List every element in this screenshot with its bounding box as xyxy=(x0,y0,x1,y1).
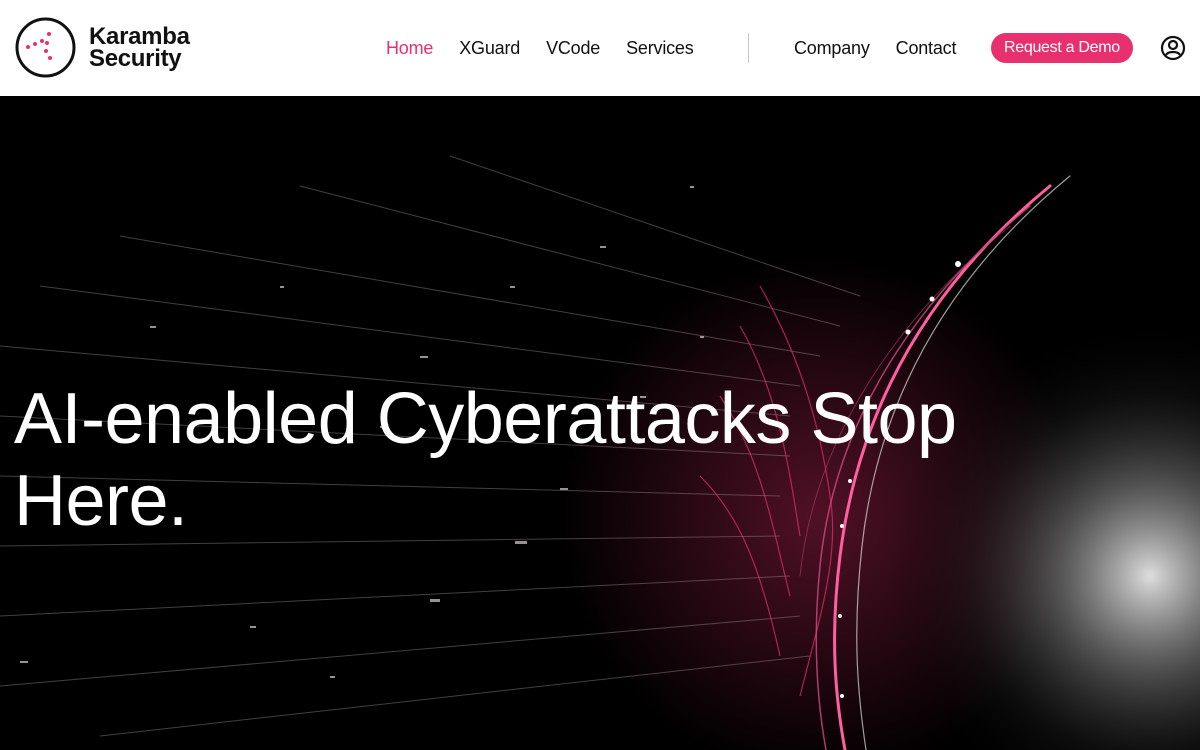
nav-company[interactable]: Company xyxy=(794,38,870,59)
nav-divider xyxy=(748,33,749,63)
nav-xguard[interactable]: XGuard xyxy=(459,38,520,59)
user-circle-icon[interactable] xyxy=(1160,35,1186,61)
nav-contact[interactable]: Contact xyxy=(896,38,957,59)
hero-section: AI-enabled Cyberattacks Stop Here. xyxy=(0,96,1200,750)
brand-name-line2: Security xyxy=(89,44,182,72)
karamba-logo-icon xyxy=(15,17,76,78)
hero-title: AI-enabled Cyberattacks Stop Here. xyxy=(14,379,957,541)
secondary-nav: Company Contact xyxy=(794,0,982,96)
site-header: Karamba Security Home XGuard VCode Servi… xyxy=(0,0,1200,96)
brand-name: Karamba Security xyxy=(89,24,190,72)
brand-logo[interactable]: Karamba Security xyxy=(15,17,190,78)
request-demo-button[interactable]: Request a Demo xyxy=(991,33,1133,63)
primary-nav: Home XGuard VCode Services xyxy=(386,0,720,96)
nav-vcode[interactable]: VCode xyxy=(546,38,600,59)
nav-home[interactable]: Home xyxy=(386,38,433,59)
nav-services[interactable]: Services xyxy=(626,38,694,59)
